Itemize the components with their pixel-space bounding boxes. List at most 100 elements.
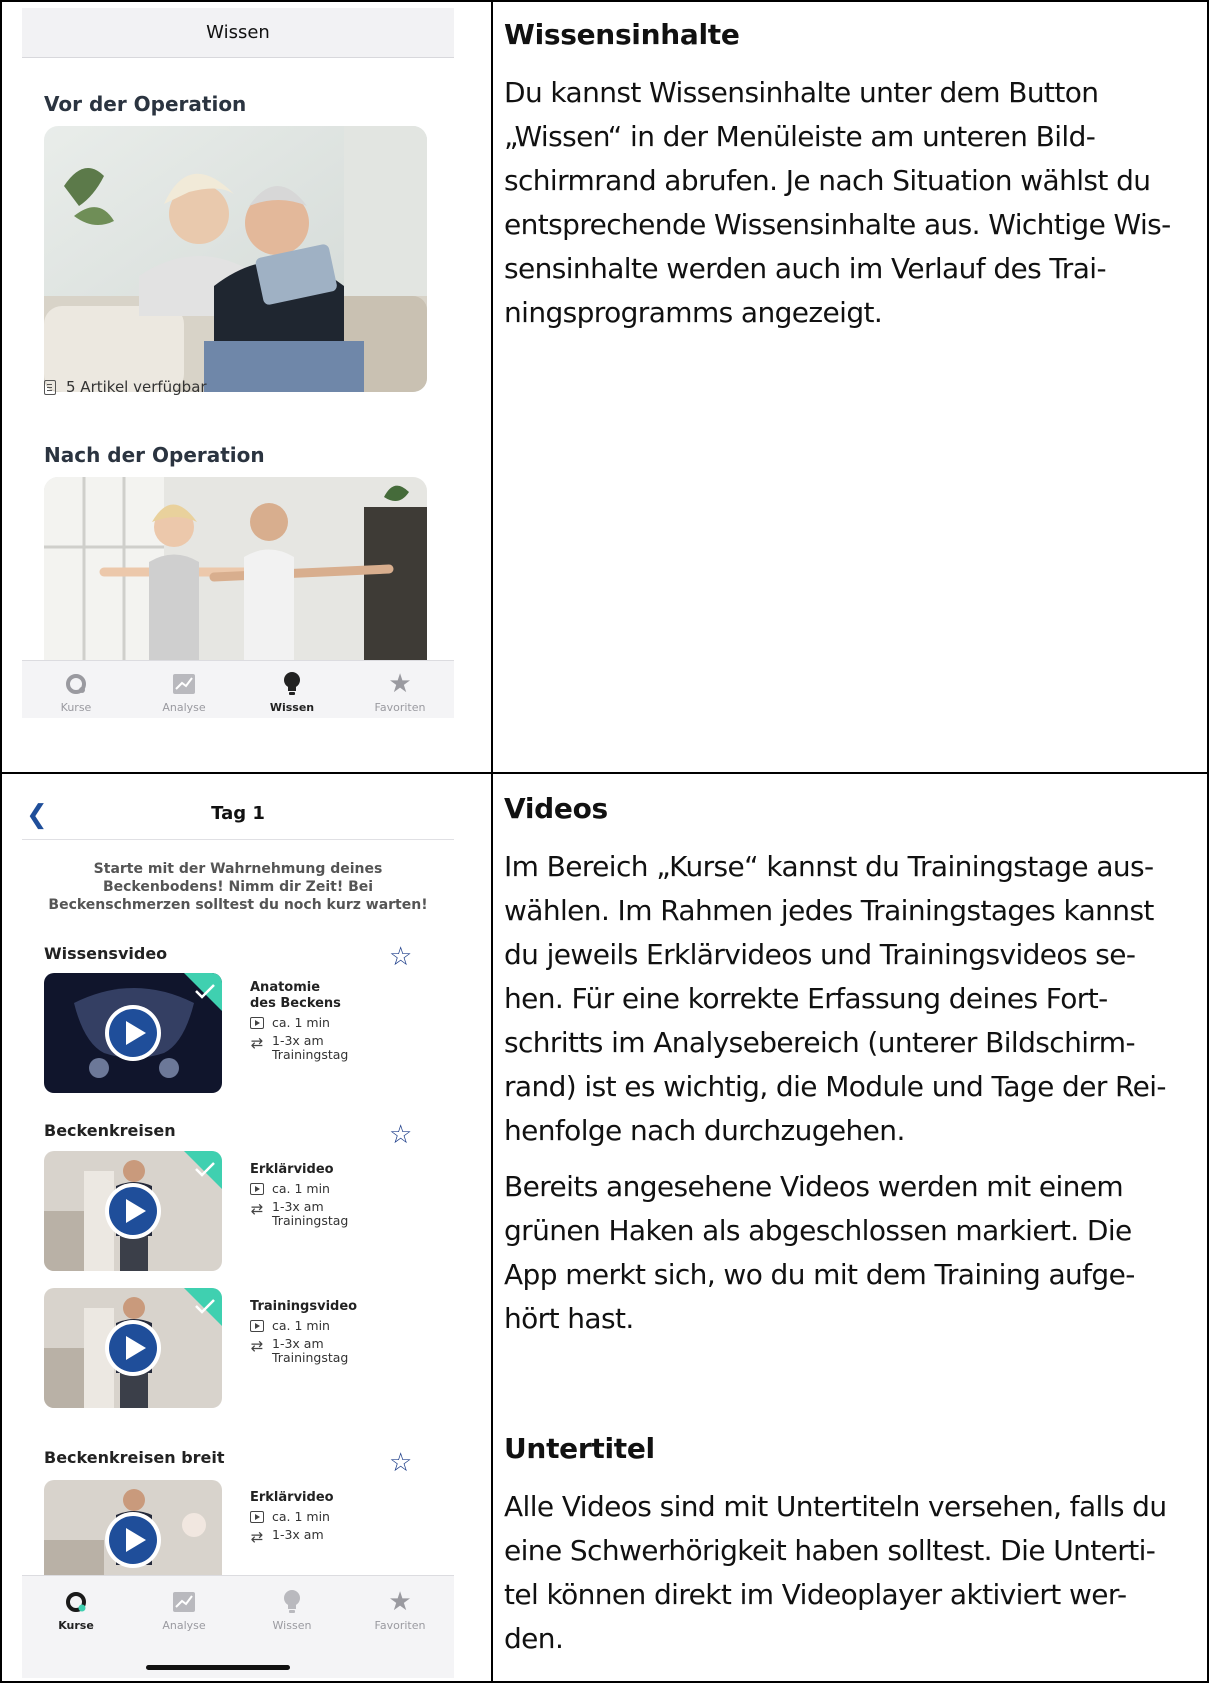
table-border-top [0, 0, 1209, 2]
tab-label: Analyse [162, 701, 206, 714]
play-icon [250, 1511, 264, 1523]
play-icon [250, 1017, 264, 1029]
article-count-label: 5 Artikel verfügbar [66, 378, 207, 396]
favorite-star-icon[interactable]: ☆ [389, 1120, 412, 1150]
video-duration: ca. 1 min [272, 1015, 330, 1030]
module-title: Beckenkreisen breit [44, 1448, 225, 1467]
text-line: henfolge nach durchzugehen. [504, 1114, 905, 1147]
section-title-before-op: Vor der Operation [44, 92, 247, 116]
module-title: Beckenkreisen [44, 1121, 176, 1140]
heading-knowledge: Wissensinhalte [504, 18, 740, 51]
tab-analyse[interactable]: Analyse [130, 661, 238, 718]
paragraph-subtitles: Alle Videos sind mit Untertiteln versehe… [504, 1485, 1204, 1661]
chart-icon [172, 671, 196, 697]
text-line: Bereits angesehene Videos werden mit ein… [504, 1170, 1124, 1203]
video-frequency: 1-3x am [272, 1527, 324, 1542]
text-line: tel können direkt im Videoplayer aktivie… [504, 1578, 1127, 1611]
heading-videos: Videos [504, 792, 608, 825]
text-line: Im Bereich „Kurse“ kannst du Trainingsta… [504, 850, 1154, 883]
screen-header: Wissen [22, 8, 454, 58]
table-border-left [0, 0, 2, 1683]
video-thumbnail[interactable] [44, 1288, 222, 1408]
play-icon [250, 1320, 264, 1332]
courses-ring-icon [64, 671, 88, 697]
module-title: Wissensvideo [44, 944, 168, 963]
text-line: Du kannst Wissensinhalte unter dem Butto… [504, 76, 1099, 109]
video-thumbnail[interactable] [44, 973, 222, 1093]
text-line: hen. Für eine korrekte Erfassung deines … [504, 982, 1108, 1015]
video-duration: ca. 1 min [272, 1318, 330, 1333]
trainer-thumbnail [44, 1151, 222, 1271]
before-op-card-image[interactable] [44, 126, 427, 392]
star-icon: ★ [388, 669, 412, 699]
repeat-icon: ⇄ [250, 1200, 264, 1218]
video-frequency: 1-3x am Trainingstag [272, 1199, 349, 1228]
text-line: schritts im Analysebereich (unterer Bild… [504, 1026, 1136, 1059]
favorite-star-icon[interactable]: ☆ [389, 1448, 412, 1478]
pelvis-anatomy-thumbnail [44, 973, 222, 1093]
play-icon [250, 1183, 264, 1195]
home-indicator [146, 1665, 290, 1670]
tab-favoriten[interactable]: ★ Favoriten [346, 1576, 454, 1636]
screen-title: Wissen [206, 22, 270, 43]
tab-label: Wissen [272, 1619, 312, 1632]
couple-with-tablet-photo [44, 126, 427, 392]
lightbulb-icon [282, 671, 302, 697]
video-thumbnail[interactable] [44, 1151, 222, 1271]
bottom-tab-bar: Kurse Analyse Wissen ★ Favoriten [22, 1575, 454, 1678]
tab-wissen[interactable]: Wissen [238, 661, 346, 718]
tab-kurse[interactable]: Kurse [22, 1576, 130, 1636]
text-line: den. [504, 1622, 564, 1655]
repeat-icon: ⇄ [250, 1034, 264, 1052]
tab-analyse[interactable]: Analyse [130, 1576, 238, 1636]
trainer-thumbnail [44, 1288, 222, 1408]
intro-text: Starte mit der Wahrnehmung deines Becken… [48, 861, 428, 913]
video-info: Erklärvideo ca. 1 min ⇄ 1-3x am Trainings… [250, 1162, 352, 1228]
tab-label: Wissen [269, 701, 315, 714]
text-line: eine Schwerhörigkeit haben solltest. Die… [504, 1534, 1156, 1567]
paragraph-videos-1: Im Bereich „Kurse“ kannst du Trainingsta… [504, 845, 1204, 1153]
text-line: du jeweils Erklärvideos und Trainingsvid… [504, 938, 1136, 971]
knowledge-description: Wissensinhalte Du kannst Wissensinhalte … [504, 18, 1204, 335]
paragraph-videos-2: Bereits angesehene Videos werden mit ein… [504, 1165, 1204, 1341]
section-title-after-op: Nach der Operation [44, 443, 265, 467]
text-line: wählen. Im Rahmen jedes Trainingstages k… [504, 894, 1154, 927]
screen-header: ❮ Tag 1 [22, 788, 454, 840]
videos-description: Videos Im Bereich „Kurse“ kannst du Trai… [504, 792, 1204, 1341]
video-info: Anatomie des Beckens ca. 1 min ⇄ 1-3x am … [250, 980, 352, 1062]
text-line: schirmrand abrufen. Je nach Situation wä… [504, 164, 1151, 197]
document-icon [44, 379, 56, 395]
article-count: 5 Artikel verfügbar [44, 378, 207, 396]
text-line: ningsprogramms angezeigt. [504, 296, 883, 329]
text-line: Alle Videos sind mit Untertiteln versehe… [504, 1490, 1167, 1523]
video-duration: ca. 1 min [272, 1509, 330, 1524]
video-info: Trainingsvideo ca. 1 min ⇄ 1-3x am Traini… [250, 1299, 357, 1365]
tab-kurse[interactable]: Kurse [22, 661, 130, 718]
tab-wissen[interactable]: Wissen [238, 1576, 346, 1636]
tab-favoriten[interactable]: ★ Favoriten [346, 661, 454, 718]
video-frequency: 1-3x am Trainingstag [272, 1033, 349, 1062]
video-title: Erklärvideo [250, 1490, 334, 1505]
video-frequency: 1-3x am Trainingstag [272, 1336, 349, 1365]
favorite-star-icon[interactable]: ☆ [389, 942, 412, 972]
tab-label: Favoriten [374, 701, 426, 714]
after-op-card-image[interactable] [44, 477, 427, 677]
courses-ring-icon [64, 1589, 88, 1615]
text-line: sensinhalte werden auch im Verlauf des T… [504, 252, 1107, 285]
text-line: hört hast. [504, 1302, 634, 1335]
text-line: grünen Haken als abgeschlossen markiert.… [504, 1214, 1132, 1247]
video-title: Erklärvideo [250, 1162, 334, 1177]
lightbulb-icon [282, 1589, 302, 1615]
repeat-icon: ⇄ [250, 1528, 264, 1546]
text-line: rand) ist es wichtig, die Module und Tag… [504, 1070, 1167, 1103]
text-line: „Wissen“ in der Menüleiste am unteren Bi… [504, 120, 1096, 153]
tab-label: Kurse [58, 1619, 94, 1632]
day-screen: ❮ Tag 1 Starte mit der Wahrnehmung deine… [22, 788, 454, 1678]
screen-title: Tag 1 [211, 803, 265, 824]
bottom-tab-bar: Kurse Analyse Wissen ★ Favoriten [22, 660, 454, 718]
table-border-row [0, 772, 1209, 774]
text-line: App merkt sich, wo du mit dem Training a… [504, 1258, 1135, 1291]
text-line: entsprechende Wissensinhalte aus. Wichti… [504, 208, 1171, 241]
subtitles-description: Untertitel Alle Videos sind mit Untertit… [504, 1432, 1204, 1661]
paragraph-knowledge: Du kannst Wissensinhalte unter dem Butto… [504, 71, 1204, 335]
